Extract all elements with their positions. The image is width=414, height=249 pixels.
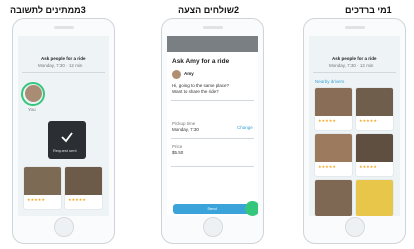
change-link[interactable]: Change xyxy=(237,125,253,130)
driver-photo xyxy=(356,88,393,116)
rating-stars: ★★★★★ xyxy=(318,164,336,169)
send-button[interactable]: Send xyxy=(173,204,251,214)
step2-heading: 2שולחים הצעה xyxy=(178,5,239,15)
screen-who-drives: Ask people for a ride Monday, 7:30 · 12 … xyxy=(309,36,400,216)
rating-stars: ★★★★★ xyxy=(68,197,86,202)
driver-photo xyxy=(315,134,352,162)
filter-label[interactable]: Nearby drivers xyxy=(315,79,344,84)
status-bar xyxy=(309,36,400,42)
home-button[interactable] xyxy=(202,217,223,237)
divider xyxy=(171,100,254,101)
driver-card[interactable]: ★★★★★ xyxy=(356,88,393,130)
rating-stars: ★★★★★ xyxy=(359,118,377,123)
pickup-label: Pickup time xyxy=(172,121,196,126)
step3-heading: 3ממתינים לתשובה xyxy=(10,5,86,15)
status-bar xyxy=(18,36,109,42)
driver-photo xyxy=(24,167,61,195)
driver-photo xyxy=(315,88,352,116)
driver-card[interactable]: ★★★★★ xyxy=(315,134,352,176)
driver-photo xyxy=(356,180,393,216)
driver-photo xyxy=(315,180,352,216)
screen-waiting: Ask people for a ride Monday, 7:30 · 12 … xyxy=(18,36,109,216)
checkmark-icon xyxy=(61,132,73,143)
driver-card[interactable] xyxy=(315,180,352,216)
pickup-value: Monday, 7:30 xyxy=(172,127,199,132)
driver-photo xyxy=(356,134,393,162)
phone-speaker xyxy=(344,26,365,29)
avatar-label: You xyxy=(28,107,36,112)
screen-subtitle: Monday, 7:30 · 12 min xyxy=(38,63,83,68)
message-line-1: Hi, going to the same place? xyxy=(172,83,230,88)
screen-title: Ask people for a ride xyxy=(332,56,377,61)
driver-card[interactable]: ★★★★★ xyxy=(24,167,61,209)
tap-indicator xyxy=(245,201,258,216)
step1-heading: 1מי ברדכים xyxy=(345,5,392,15)
driver-card[interactable] xyxy=(356,180,393,216)
sender-name: Amy xyxy=(184,71,194,76)
toast-label: Request sent xyxy=(53,148,77,153)
phone-send-offer: Ask Amy for a ride Amy Hi, going to the … xyxy=(161,18,264,244)
rating-stars: ★★★★★ xyxy=(27,197,45,202)
driver-photo xyxy=(65,167,102,195)
phone-speaker xyxy=(53,26,74,29)
dialog-title: Ask Amy for a ride xyxy=(172,58,230,65)
driver-card[interactable]: ★★★★★ xyxy=(315,88,352,130)
screen-subtitle: Monday, 7:30 · 12 min xyxy=(329,63,374,68)
divider xyxy=(313,72,396,73)
phone-speaker xyxy=(202,26,223,29)
phone-who-drives: Ask people for a ride Monday, 7:30 · 12 … xyxy=(303,18,406,244)
driver-card[interactable]: ★★★★★ xyxy=(65,167,102,209)
divider xyxy=(22,72,105,73)
screen-title: Ask people for a ride xyxy=(41,56,86,61)
divider xyxy=(171,138,254,139)
rating-stars: ★★★★★ xyxy=(359,164,377,169)
divider xyxy=(171,166,254,167)
sender-avatar xyxy=(172,70,181,79)
home-button[interactable] xyxy=(344,217,365,237)
rating-stars: ★★★★★ xyxy=(318,118,336,123)
dimmed-header xyxy=(167,36,258,52)
message-line-2: Want to share the ride? xyxy=(172,89,219,94)
home-button[interactable] xyxy=(53,217,74,237)
screen-send-offer: Ask Amy for a ride Amy Hi, going to the … xyxy=(167,36,258,216)
highlight-ring xyxy=(21,82,45,106)
phone-waiting: Ask people for a ride Monday, 7:30 · 12 … xyxy=(12,18,115,244)
request-sent-toast: Request sent xyxy=(48,121,86,159)
price-value: $5.50 xyxy=(172,150,184,155)
driver-card[interactable]: ★★★★★ xyxy=(356,134,393,176)
price-label: Price xyxy=(172,144,183,149)
